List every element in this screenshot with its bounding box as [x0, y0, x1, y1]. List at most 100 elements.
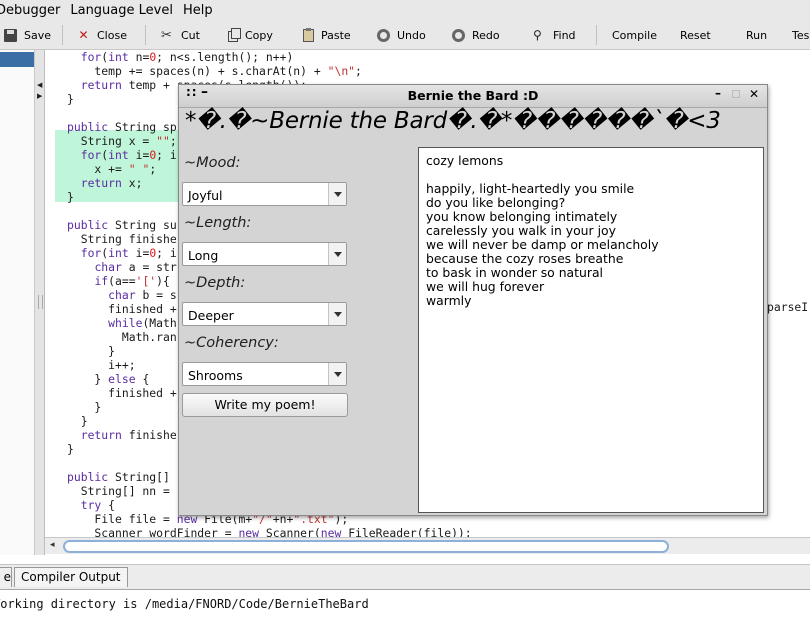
scroll-left-icon[interactable]: ◂ [50, 540, 55, 550]
length-value: Long [188, 248, 219, 263]
compile-button[interactable]: Compile [612, 21, 657, 49]
menu-debugger[interactable]: Debugger [0, 3, 64, 18]
code-line: for(int i=0; i [80, 246, 177, 260]
code-line: return finishe [80, 428, 177, 442]
tab-compiler-output[interactable]: Compiler Output [14, 567, 128, 587]
code-line: try { [80, 498, 116, 512]
save-icon [4, 28, 17, 42]
code-line: } [67, 344, 116, 358]
poem-line [426, 168, 756, 182]
dialog-title: Bernie the Bard :D [407, 88, 539, 103]
splitter-grip-icon [38, 295, 43, 309]
poem-line: do you like belonging? [426, 195, 566, 210]
bernie-dialog: :: – Bernie the Bard :D – ✕ *�.�~Bernie … [178, 84, 768, 516]
toolbar-separator [596, 25, 597, 45]
poem-line: because the cozy roses breathe [426, 251, 624, 266]
chevron-down-icon[interactable] [328, 363, 346, 385]
output-text: Working directory is /media/FNORD/Code/B… [0, 597, 369, 611]
redo-button[interactable]: Redo [452, 21, 500, 49]
code-line: for(int i=0; i [80, 148, 177, 162]
file-tree-panel [0, 50, 35, 555]
scrollbar-thumb[interactable] [63, 540, 669, 553]
dialog-titlebar[interactable]: :: – Bernie the Bard :D – ✕ [179, 84, 767, 108]
scissors-icon: ✂ [161, 27, 172, 43]
code-line: char b = s [108, 288, 177, 302]
mood-select[interactable]: Joyful [182, 182, 347, 206]
code-line: x += " "; [67, 162, 157, 176]
coherency-label: ~Coherency: [184, 335, 279, 351]
coherency-select[interactable]: Shrooms [182, 362, 347, 386]
code-line: } else { [67, 372, 150, 386]
code-line: temp += spaces(n) + s.charAt(n) + "\n"; [67, 64, 362, 78]
collapse-right-icon[interactable]: ▶ [37, 92, 42, 100]
poem-line: happily, light-heartedly you smile [426, 181, 635, 196]
mood-value: Joyful [188, 188, 223, 203]
code-line: } [67, 92, 74, 106]
copy-icon [228, 27, 241, 42]
binoculars-icon: ⚲ [533, 27, 542, 42]
poem-line: warmly [426, 293, 472, 308]
length-select[interactable]: Long [182, 242, 347, 266]
depth-value: Deeper [188, 308, 234, 323]
code-line: } [67, 400, 102, 414]
code-line: char a = str [94, 260, 177, 274]
maximize-icon[interactable] [732, 90, 740, 98]
code-line: String x = ""; [67, 134, 177, 148]
chevron-down-icon[interactable] [328, 303, 346, 325]
redo-icon [452, 28, 465, 42]
mood-label: ~Mood: [184, 155, 241, 171]
code-line: public String sp [67, 120, 177, 134]
code-line: String finishe [67, 232, 177, 246]
cut-button[interactable]: ✂ Cut [161, 21, 200, 49]
selected-file-item[interactable] [0, 52, 34, 67]
code-line: finished + [67, 386, 177, 400]
find-button[interactable]: ⚲ Find [533, 21, 576, 49]
depth-select[interactable]: Deeper [182, 302, 347, 326]
menubar: Debugger Language Level Help [0, 0, 810, 21]
code-line: } [67, 190, 74, 204]
save-button[interactable]: Save [4, 21, 51, 49]
close-button[interactable]: ✕ Close [77, 21, 127, 49]
code-line: finished + [67, 302, 177, 316]
code-line: public String[] [67, 470, 170, 484]
bard-heading: *�.�~Bernie the Bard�.�*������`�<3 [185, 108, 721, 134]
menu-help[interactable]: Help [179, 3, 217, 18]
toolbar-separator [62, 25, 63, 45]
undo-icon [377, 28, 390, 42]
code-line: if(a=='['){ [94, 274, 170, 288]
collapse-left-icon[interactable]: ◀ [37, 81, 42, 89]
poem-line: cozy lemons [426, 153, 504, 168]
poem-textarea[interactable]: cozy lemons happily, light-heartedly you … [418, 147, 764, 513]
code-line: Math.ran [67, 330, 177, 344]
toolbar: Save ✕ Close ✂ Cut Copy Paste Undo Redo … [0, 21, 810, 50]
chevron-down-icon[interactable] [328, 183, 346, 205]
menu-language-level[interactable]: Language Level [66, 3, 177, 18]
depth-label: ~Depth: [184, 275, 246, 291]
code-line: public String su [67, 218, 177, 232]
close-icon: ✕ [78, 27, 89, 42]
code-line: for(int n=0; n<s.length(); n++) [80, 50, 294, 64]
code-fragment-right: parseI [767, 300, 809, 314]
code-line: String[] nn = [67, 484, 170, 498]
clipboard-icon [303, 27, 314, 42]
reset-button[interactable]: Reset [680, 21, 711, 49]
minimize-icon[interactable]: – [715, 86, 721, 100]
tab-interactions[interactable]: e [0, 567, 12, 587]
undo-button[interactable]: Undo [377, 21, 426, 49]
paste-button[interactable]: Paste [303, 21, 351, 49]
poem-line: we will hug forever [426, 279, 545, 294]
test-button[interactable]: Tes [792, 21, 809, 49]
horizontal-scrollbar[interactable]: ◂ [45, 537, 810, 554]
code-line: return x; [80, 176, 143, 190]
chevron-down-icon[interactable] [328, 243, 346, 265]
copy-button[interactable]: Copy [228, 21, 273, 49]
panel-splitter[interactable]: ◀ ▶ [35, 50, 45, 555]
toolbar-separator [145, 25, 146, 45]
bottom-tabs: e Compiler Output [0, 564, 810, 590]
code-line: } [67, 442, 74, 456]
coherency-value: Shrooms [188, 368, 243, 383]
close-window-icon[interactable]: ✕ [749, 87, 759, 101]
write-poem-button[interactable]: Write my poem! [182, 393, 348, 417]
run-button[interactable]: Run [746, 21, 767, 49]
code-line: i++; [67, 358, 136, 372]
